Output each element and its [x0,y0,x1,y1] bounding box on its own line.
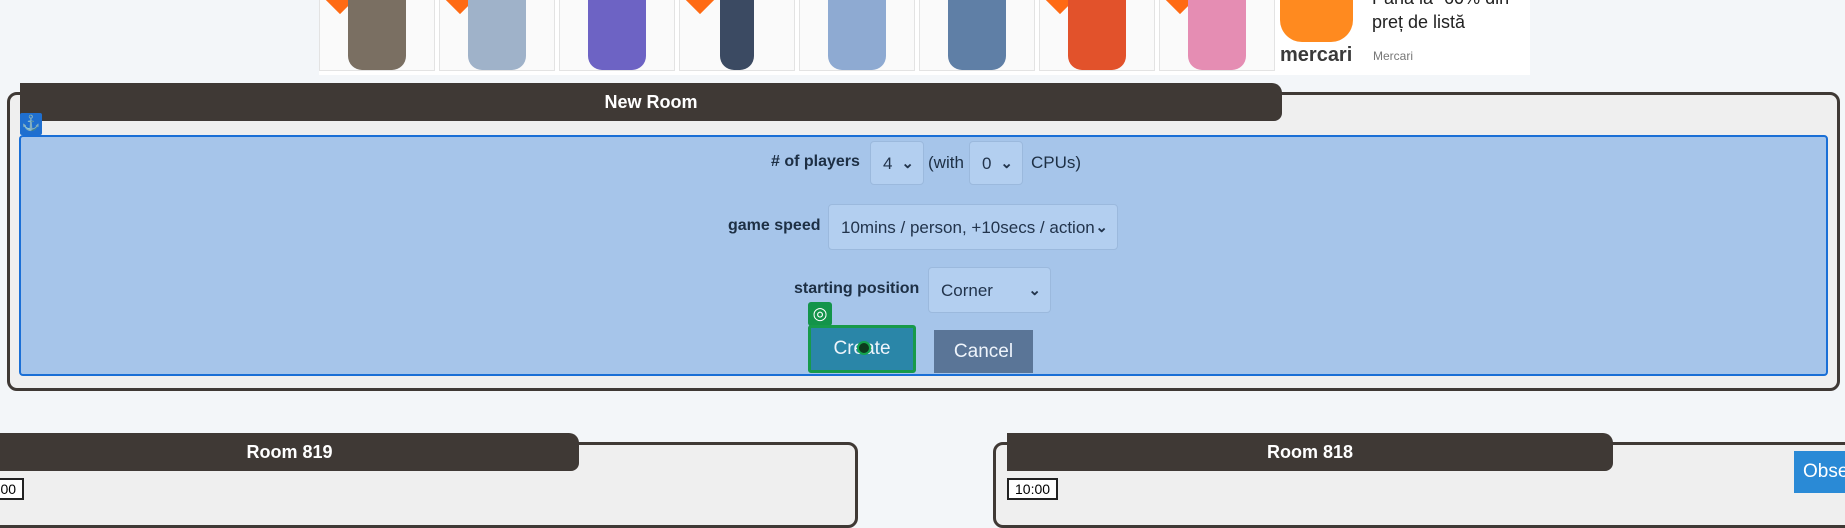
with-text: (with [928,153,964,172]
cursor-indicator [857,341,871,355]
ad-brand[interactable]: mercari [1278,0,1358,75]
room-timer-819: 10:00 [0,478,25,500]
room-title-819: Room 819 [0,433,579,471]
ad-product-1[interactable] [319,0,435,71]
ad-headline[interactable]: Până la -60% din preț de listă [1372,0,1522,34]
chevron-down-icon: ⌄ [1000,155,1013,172]
cpu-select[interactable]: 0 ⌄ [969,141,1023,185]
cpus-text: CPUs) [1031,153,1082,172]
position-select[interactable]: Corner ⌄ [928,267,1051,313]
product-image [720,0,754,70]
room-timer-818: 10:00 [1007,478,1059,500]
players-value: 4 [883,154,893,173]
chevron-down-icon: ⌄ [1028,282,1041,299]
product-image [468,0,526,70]
ad-product-2[interactable] [439,0,555,71]
new-room-title: New Room [20,83,1282,121]
observe-button[interactable]: Observe [1794,451,1845,493]
product-image [1068,0,1126,70]
players-select[interactable]: 4 ⌄ [870,141,924,185]
cpu-value: 0 [982,154,992,173]
position-value: Corner [941,281,993,300]
product-image [828,0,886,70]
speed-label: game speed [728,217,821,234]
chevron-down-icon: ⌄ [901,155,914,172]
chevron-down-icon: ⌄ [1095,219,1108,236]
ad-product-6[interactable] [919,0,1035,71]
ad-product-8[interactable] [1159,0,1275,71]
product-image [948,0,1006,70]
ad-product-5[interactable] [799,0,915,71]
target-icon[interactable]: ◎ [808,302,832,326]
room-title-818: Room 818 [1007,433,1613,471]
ad-source[interactable]: Mercari [1373,49,1413,63]
cancel-button[interactable]: Cancel [934,330,1033,373]
mercari-logo [1280,0,1353,42]
speed-value: 10mins / person, +10secs / action [841,218,1095,237]
product-image [348,0,406,70]
players-label: # of players [771,153,860,170]
product-image [588,0,646,70]
ad-product-3[interactable] [559,0,675,71]
product-image [1188,0,1246,70]
anchor-icon[interactable]: ⚓ [20,113,42,135]
speed-select[interactable]: 10mins / person, +10secs / action ⌄ [828,204,1118,250]
brand-name: mercari [1280,44,1353,66]
sale-tag-icon [685,0,715,15]
ad-product-4[interactable] [679,0,795,71]
ad-product-7[interactable] [1039,0,1155,71]
position-label: starting position [794,280,920,297]
